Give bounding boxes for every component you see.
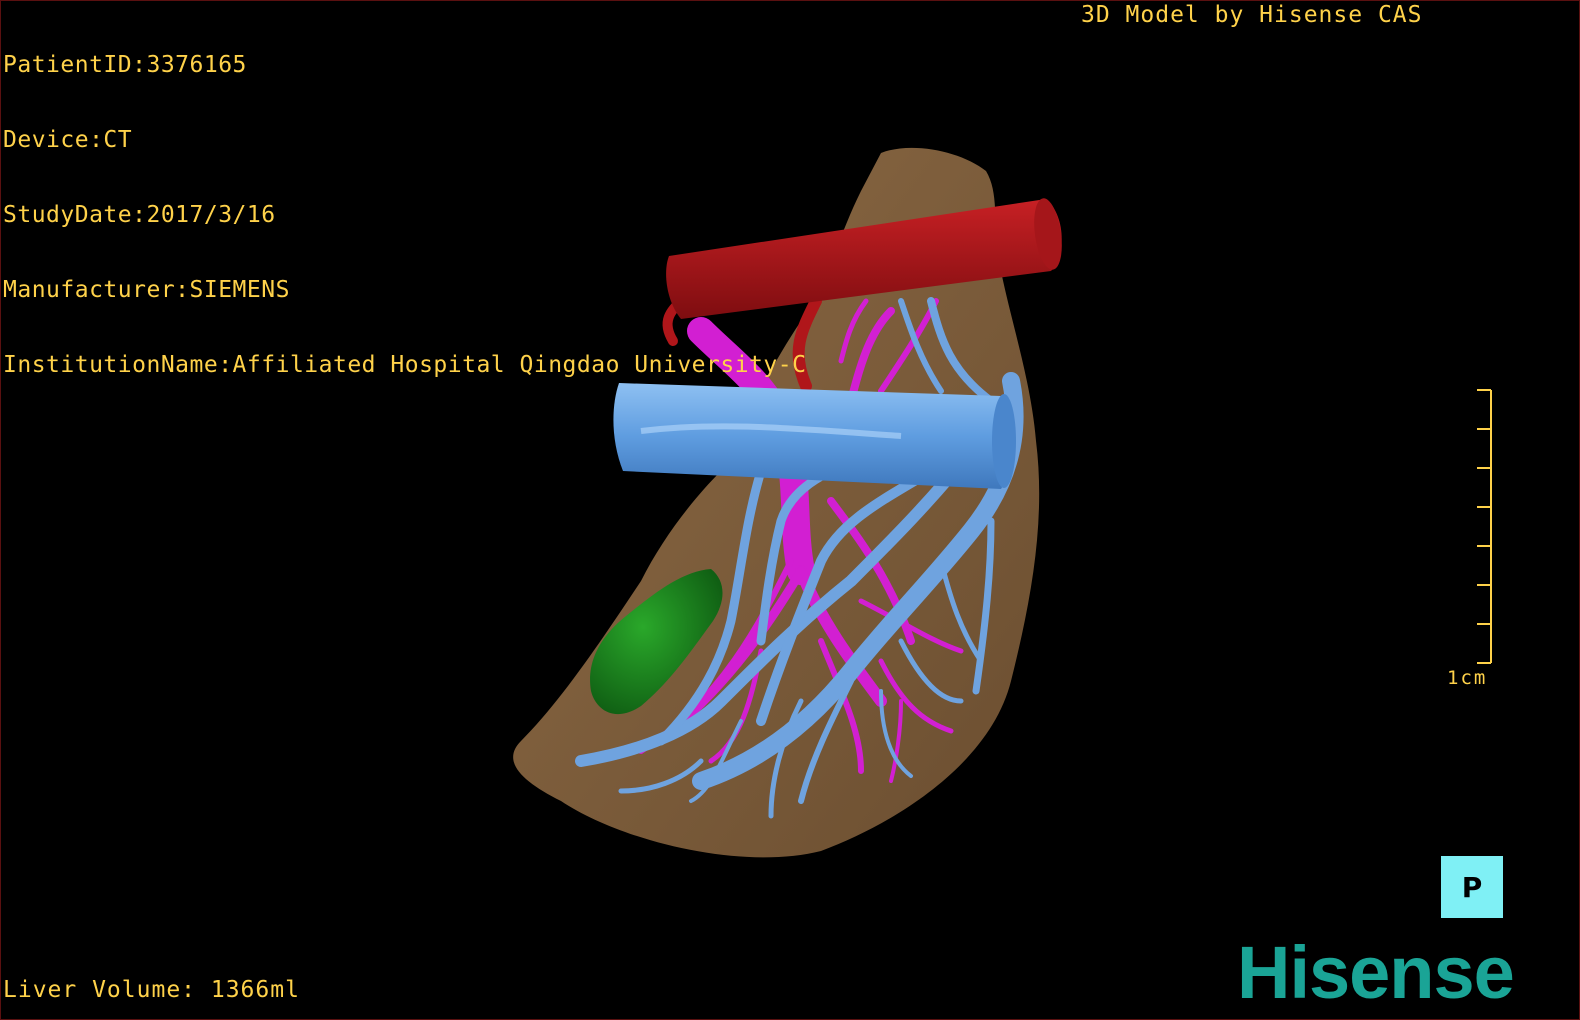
model-credit: 3D Model by Hisense CAS xyxy=(1081,2,1423,28)
patient-id: PatientID:3376165 xyxy=(3,52,247,78)
device: Device:CT xyxy=(3,127,133,153)
institution-name: InstitutionName:Affiliated Hospital Qing… xyxy=(3,352,807,378)
study-date: StudyDate:2017/3/16 xyxy=(3,202,276,228)
viewport-3d[interactable]: PatientID:3376165 Device:CT StudyDate:20… xyxy=(0,0,1580,1020)
study-info: PatientID:3376165 Device:CT StudyDate:20… xyxy=(3,3,806,428)
scale-bar xyxy=(1477,389,1492,664)
orientation-label: P xyxy=(1461,870,1483,904)
hisense-logo: Hisense xyxy=(1237,931,1515,1014)
manufacturer: Manufacturer:SIEMENS xyxy=(3,277,290,303)
liver-volume: Liver Volume: 1366ml xyxy=(3,977,300,1003)
scale-label: 1cm xyxy=(1447,667,1488,689)
orientation-marker[interactable]: P xyxy=(1441,856,1503,918)
